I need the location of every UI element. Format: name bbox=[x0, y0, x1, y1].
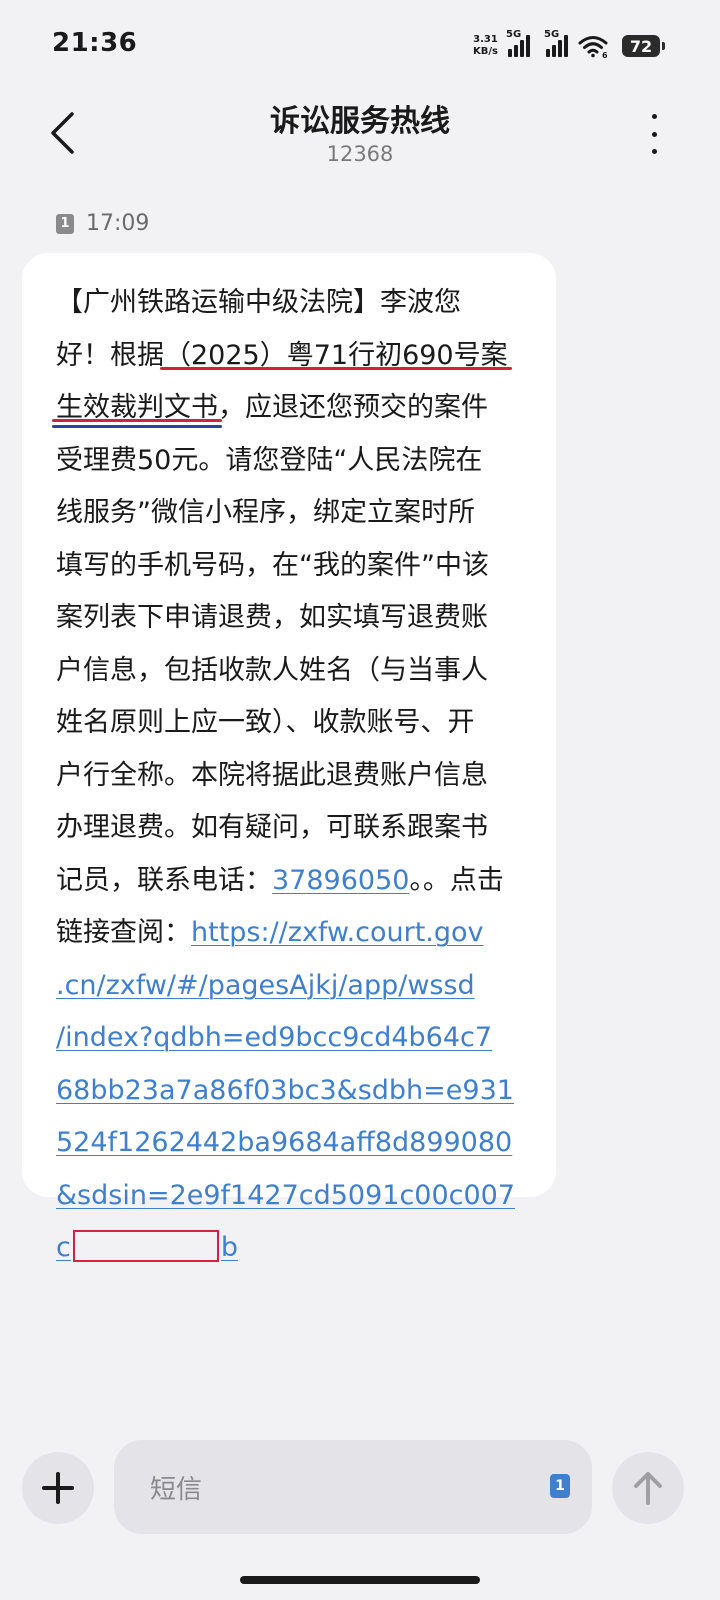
network-speed-unit: KB/s bbox=[473, 46, 498, 57]
network-speed-value: 3.31 bbox=[473, 34, 498, 45]
message-line: 姓名原则上应一致）、收款账号、开 bbox=[56, 707, 475, 738]
url-link-tail[interactable]: cb bbox=[56, 1222, 526, 1275]
message-body: 【广州铁路运输中级法院】李波您 好！根据（2025）粤71行初690号案 生效裁… bbox=[56, 277, 526, 1275]
message-line: 办理退费。如有疑问，可联系跟案书 bbox=[56, 812, 488, 843]
status-bar: 21:36 3.31 KB/s 5G 5G 6 72 bbox=[0, 0, 720, 90]
sim-badge: 1 bbox=[56, 213, 74, 234]
sim1-network-type: 5G bbox=[506, 29, 522, 40]
url-link[interactable]: https://zxfw.court.gov bbox=[191, 917, 484, 948]
message-line: 填写的手机号码，在“我的案件”中该 bbox=[56, 549, 489, 581]
more-options-button[interactable] bbox=[642, 114, 666, 154]
message-line: 好！根据（2025）粤71行初690号案 bbox=[56, 339, 508, 371]
battery-icon: 72 bbox=[622, 35, 665, 57]
home-indicator[interactable] bbox=[240, 1576, 480, 1584]
phone-link[interactable]: 37896050 bbox=[272, 865, 409, 896]
message-input[interactable]: 短信 1 bbox=[114, 1440, 592, 1534]
status-icons: 3.31 KB/s 5G 5G 6 72 bbox=[473, 29, 665, 62]
network-speed: 3.31 KB/s bbox=[473, 34, 498, 58]
contact-number: 12368 bbox=[326, 142, 394, 166]
add-attachment-button[interactable] bbox=[22, 1452, 94, 1524]
plus-icon bbox=[42, 1472, 74, 1504]
sim-select-button[interactable]: 1 bbox=[550, 1474, 570, 1498]
message-input-placeholder: 短信 bbox=[150, 1474, 203, 1505]
redaction-box bbox=[72, 1230, 219, 1262]
message-line: 案列表下申请退费，如实填写退费账 bbox=[56, 602, 488, 633]
message-time: 17:09 bbox=[86, 211, 150, 236]
status-time: 21:36 bbox=[52, 28, 138, 58]
arrow-up-icon bbox=[634, 1472, 662, 1505]
message-meta: 1 17:09 bbox=[56, 211, 149, 236]
send-button[interactable] bbox=[612, 1452, 684, 1524]
judgment-document: 生效裁判文书 bbox=[56, 392, 218, 423]
battery-level: 72 bbox=[629, 36, 653, 56]
message-line: 户行全称。本院将据此退费账户信息 bbox=[56, 759, 488, 791]
sim2-signal-icon: 5G bbox=[544, 29, 568, 57]
wifi-icon: 6 bbox=[578, 36, 608, 58]
message-line: 链接查阅：https://zxfw.court.gov bbox=[56, 917, 484, 948]
more-vertical-icon bbox=[651, 114, 657, 119]
sim1-signal-icon: 5G bbox=[506, 29, 530, 57]
message-bubble[interactable]: 【广州铁路运输中级法院】李波您 好！根据（2025）粤71行初690号案 生效裁… bbox=[22, 253, 556, 1263]
sms-conversation-screen: 21:36 3.31 KB/s 5G 5G 6 72 诉讼服务热线 12368 … bbox=[0, 0, 720, 1600]
contact-name: 诉讼服务热线 bbox=[270, 104, 450, 139]
sim2-network-type: 5G bbox=[544, 29, 560, 40]
message-line: 生效裁判文书，应退还您预交的案件 bbox=[56, 392, 488, 423]
url-link[interactable]: /index?qdbh=ed9bcc9cd4b64c7 bbox=[56, 1012, 526, 1065]
conversation-header: 诉讼服务热线 12368 bbox=[0, 90, 720, 180]
url-link[interactable]: 524f1262442ba9684aff8d899080 bbox=[56, 1117, 526, 1170]
url-link[interactable]: 68bb23a7a86f03bc3&sdbh=e931 bbox=[56, 1065, 526, 1118]
message-line: 线服务”微信小程序，绑定立案时所 bbox=[56, 497, 475, 528]
case-number: （2025）粤71行初690号案 bbox=[164, 339, 508, 371]
message-line: 【广州铁路运输中级法院】李波您 bbox=[56, 287, 461, 318]
wifi-band: 6 bbox=[602, 51, 608, 58]
url-link[interactable]: .cn/zxfw/#/pagesAjkj/app/wssd bbox=[56, 960, 526, 1013]
url-link[interactable]: &sdsin=2e9f1427cd5091c00c007 bbox=[56, 1170, 526, 1223]
message-line: 户信息，包括收款人姓名（与当事人 bbox=[56, 654, 488, 686]
message-line: 受理费50元。请您登陆“人民法院在 bbox=[56, 444, 483, 476]
message-line: 记员，联系电话：37896050。。点击 bbox=[56, 864, 504, 896]
